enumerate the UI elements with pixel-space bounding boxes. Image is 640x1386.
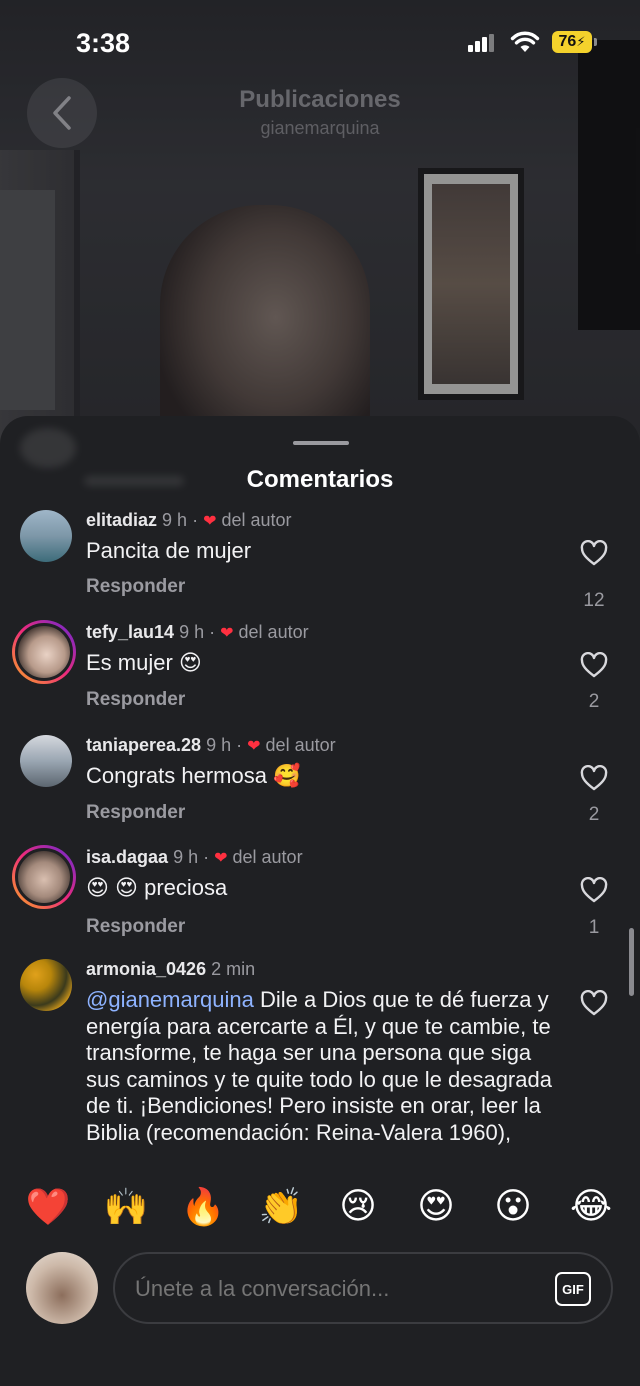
like-count: 12 — [583, 590, 605, 611]
comment-time: 9 h — [179, 622, 205, 642]
comment-item: isa.dagaa 9 h · ❤ del autor 😍 😍 preciosa… — [0, 845, 640, 947]
emoji-clapping[interactable]: 👏 — [256, 1186, 306, 1228]
gif-button[interactable]: GIF — [555, 1272, 591, 1306]
heart-outline-icon[interactable] — [580, 765, 608, 791]
reply-button[interactable]: Responder — [86, 916, 185, 938]
comment-time: 2 min — [211, 959, 256, 979]
emoji-heart[interactable]: ❤️ — [23, 1186, 73, 1228]
author-label: del autor — [265, 735, 336, 755]
comment-input-row: GIF — [0, 1246, 640, 1386]
comment-input-container[interactable]: GIF — [113, 1252, 613, 1324]
comment-username[interactable]: tefy_lau14 — [86, 622, 174, 642]
comment-username[interactable]: taniaperea.28 — [86, 735, 201, 755]
like-count: 2 — [588, 804, 600, 825]
battery-icon: 76 ⚡ — [552, 31, 597, 53]
like-count: 2 — [588, 691, 600, 712]
sheet-drag-handle[interactable] — [293, 441, 349, 445]
status-time: 3:38 — [76, 28, 131, 58]
reply-button[interactable]: Responder — [86, 802, 185, 824]
comment-text: Pancita de mujer — [86, 538, 252, 563]
reply-button[interactable]: Responder — [86, 689, 185, 711]
emoji-crying[interactable]: 😢 — [333, 1186, 383, 1227]
author-heart-icon: ❤ — [247, 738, 261, 755]
author-label: del autor — [238, 622, 309, 642]
comment-time: 9 h — [162, 510, 188, 530]
heart-outline-icon[interactable] — [580, 877, 608, 903]
emoji-fire[interactable]: 🔥 — [178, 1186, 228, 1228]
comment-text: Es mujer 😍 — [86, 650, 202, 675]
page-title: Publicaciones — [239, 86, 401, 113]
comment-meta: elitadiaz 9 h · ❤ del autor — [86, 510, 292, 530]
comment-input[interactable] — [135, 1276, 535, 1302]
current-user-avatar — [26, 1252, 98, 1324]
scrollbar[interactable] — [629, 928, 634, 996]
mention-link[interactable]: @gianemarquina — [86, 987, 254, 1012]
author-label: del autor — [232, 847, 303, 867]
author-label: del autor — [221, 510, 292, 530]
comment-text: 😍 😍 preciosa — [86, 875, 228, 900]
avatar-with-story[interactable] — [12, 620, 76, 684]
reply-button[interactable]: Responder — [86, 576, 185, 598]
heart-outline-icon[interactable] — [580, 540, 608, 566]
heart-outline-icon[interactable] — [580, 652, 608, 678]
status-bar: 3:38 76 ⚡ — [0, 0, 640, 86]
comment-item: tefy_lau14 9 h · ❤ del autor Es mujer 😍 … — [0, 620, 640, 722]
avatar[interactable] — [20, 735, 72, 787]
comment-meta: isa.dagaa 9 h · ❤ del autor — [86, 847, 303, 867]
emoji-heart-eyes[interactable]: 😍 — [411, 1186, 461, 1227]
emoji-surprised[interactable]: 😮 — [488, 1186, 538, 1227]
author-heart-icon: ❤ — [220, 625, 234, 642]
avatar-with-story[interactable] — [12, 845, 76, 909]
comment-text: Congrats hermosa 🥰 — [86, 763, 301, 788]
sheet-title: Comentarios — [246, 466, 394, 493]
comment-item: taniaperea.28 9 h · ❤ del autor Congrats… — [0, 735, 640, 835]
battery-level: 76 — [558, 33, 577, 50]
comment-username[interactable]: elitadiaz — [86, 510, 157, 530]
emoji-reaction-bar: ❤️ 🙌 🔥 👏 😢 😍 😮 😂 — [0, 1170, 640, 1246]
comment-meta: taniaperea.28 9 h · ❤ del autor — [86, 735, 336, 755]
heart-outline-icon[interactable] — [580, 990, 608, 1016]
comment-meta: armonia_0426 2 min — [86, 959, 255, 980]
comment-item: elitadiaz 9 h · ❤ del autor Pancita de m… — [0, 510, 640, 611]
page-subtitle: gianemarquina — [260, 118, 380, 138]
avatar[interactable] — [20, 510, 72, 562]
author-heart-icon: ❤ — [203, 513, 217, 530]
emoji-raised-hands[interactable]: 🙌 — [101, 1186, 151, 1228]
comment-meta: tefy_lau14 9 h · ❤ del autor — [86, 622, 309, 642]
comment-username[interactable]: armonia_0426 — [86, 959, 206, 979]
wifi-icon — [510, 31, 540, 52]
comments-list[interactable]: elitadiaz 9 h · ❤ del autor Pancita de m… — [0, 500, 640, 1170]
emoji-laughing[interactable]: 😂 — [566, 1186, 616, 1227]
like-count: 1 — [588, 917, 600, 938]
comment-item: armonia_0426 2 min @gianemarquina Dile a… — [0, 959, 640, 1170]
comment-text: @gianemarquina Dile a Dios que te dé fue… — [86, 987, 556, 1146]
author-heart-icon: ❤ — [214, 850, 228, 867]
comment-username[interactable]: isa.dagaa — [86, 847, 168, 867]
cellular-signal-icon — [468, 34, 496, 52]
comment-time: 9 h — [206, 735, 232, 755]
avatar[interactable] — [20, 959, 72, 1011]
comment-time: 9 h — [173, 847, 199, 867]
